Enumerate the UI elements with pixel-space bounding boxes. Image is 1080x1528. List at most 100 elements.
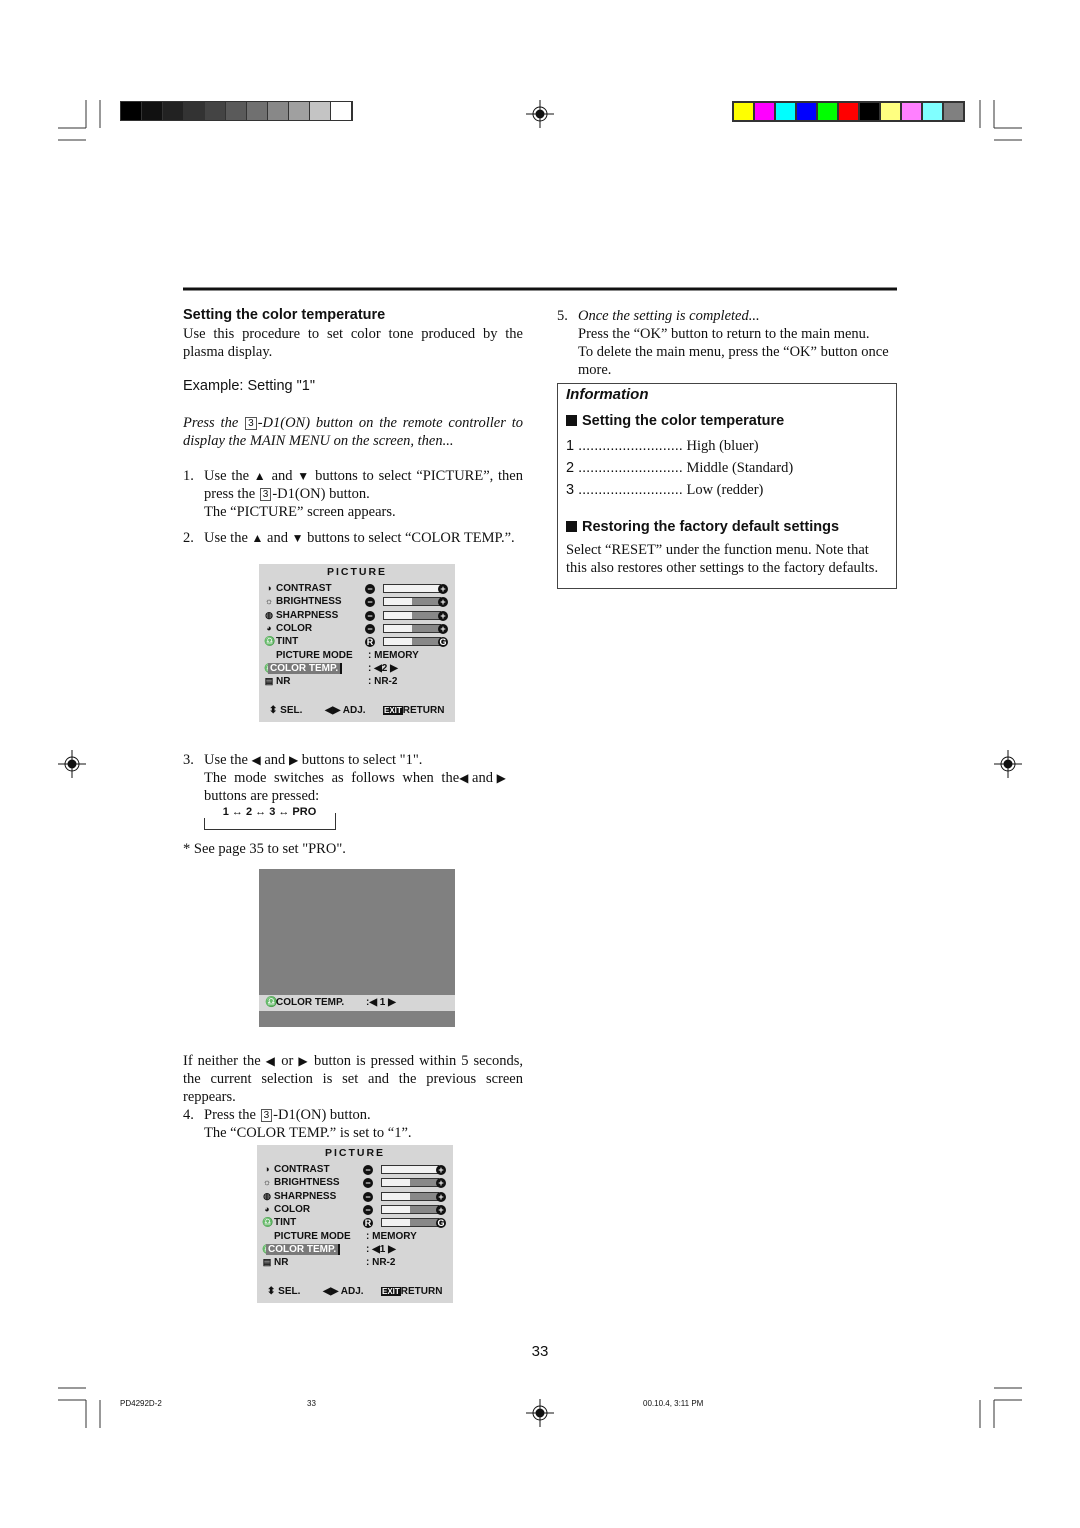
- info-section-heading: Setting the color temperature: [566, 413, 784, 429]
- square-bullet-icon: [566, 415, 577, 426]
- footer-timestamp: 00.10.4, 3:11 PM: [643, 1399, 704, 1408]
- minus-icon: −: [365, 584, 375, 594]
- setting-icon: ☼: [262, 1177, 272, 1188]
- osd-row-picture-mode: PICTURE MODE : MEMORY: [262, 1231, 452, 1244]
- setting-icon: ☼: [264, 596, 274, 607]
- osd-label: NR: [276, 676, 291, 688]
- plus-icon: +: [436, 1178, 446, 1189]
- pro-note: * See page 35 to set "PRO".: [183, 841, 346, 857]
- color-temp-label: COLOR TEMP.: [276, 997, 345, 1008]
- osd-label: BRIGHTNESS: [274, 1177, 340, 1189]
- level-slider[interactable]: [383, 584, 441, 593]
- osd-row-tint: ♎ TINT R G: [262, 1217, 452, 1230]
- example-text: Example: Setting "1": [183, 378, 316, 394]
- setting-icon: ◕: [264, 1203, 270, 1214]
- minus-icon: −: [365, 610, 375, 621]
- osd-row-brightness: ☼ BRIGHTNESS − +: [262, 1177, 452, 1190]
- return-hint: EXITRETURN: [383, 705, 444, 716]
- gray-swatch: [289, 102, 310, 120]
- screen-preview: ♎ COLOR TEMP. :◀ 1 ▶: [259, 869, 455, 1027]
- setting-icon: ◍: [263, 1190, 271, 1201]
- osd-value: : MEMORY: [366, 1230, 417, 1242]
- mode-cycle: 1 ↔ 2 ↔ 3 ↔ PRO: [204, 806, 335, 818]
- text: Low (redder): [686, 482, 764, 498]
- osd-label: COLOR: [274, 1203, 311, 1215]
- picture-menu-osd-result: PICTURE ◑ CONTRAST − + ☼ BRIGHTNESS − + ◍ SHARPNES…: [257, 1145, 453, 1303]
- key-3-icon: 3: [245, 417, 257, 430]
- slider-fill: [384, 585, 440, 592]
- square-bullet-icon: [566, 521, 577, 532]
- gray-swatch: [142, 102, 163, 120]
- step-3: 3. Use the ◀ and ▶ buttons to select "1"…: [183, 751, 523, 805]
- osd-row-color: ◕ COLOR − +: [264, 623, 454, 636]
- osd-label: SHARPNESS: [276, 609, 339, 621]
- plus-icon: +: [438, 623, 448, 634]
- text: Once the setting is completed...: [578, 308, 760, 324]
- right-arrow-icon: ▶: [288, 753, 299, 767]
- gray-swatch: [121, 102, 142, 120]
- osd-value: : ◀1 ▶: [366, 1243, 396, 1255]
- text: 2 ..........................: [566, 460, 683, 476]
- level-slider[interactable]: [383, 623, 441, 633]
- gray-swatch: [163, 102, 184, 120]
- osd-label: PICTURE MODE: [274, 1230, 351, 1242]
- exit-key-icon: EXIT: [381, 1287, 401, 1296]
- information-title: Information: [566, 386, 649, 403]
- step-number: 5.: [557, 308, 568, 324]
- step-number: 1.: [183, 468, 194, 484]
- info-section-heading: Restoring the factory default settings: [566, 519, 839, 535]
- color-temp-value: :◀ 1 ▶: [366, 997, 396, 1008]
- osd-row-color-temp: ♎COLOR TEMP.: ◀2 ▶: [264, 662, 454, 676]
- press-instruction: Press the 3 -D1(ON) button on the remote …: [183, 414, 523, 450]
- list-item: 1 .......................... High (bluer…: [566, 435, 793, 457]
- gray-swatch: [268, 102, 289, 120]
- osd-row-color: ◕ COLOR − +: [262, 1204, 452, 1217]
- setting-icon: ◍: [265, 609, 273, 620]
- level-slider[interactable]: [383, 597, 441, 607]
- level-slider[interactable]: [381, 1204, 439, 1214]
- sel-hint: ⬍ SEL.: [269, 705, 303, 716]
- osd-label: CONTRAST: [276, 583, 332, 594]
- plus-icon: +: [438, 597, 448, 608]
- color-swatch: [776, 103, 795, 120]
- step-number: 4.: [183, 1107, 194, 1123]
- section-heading: Setting the color temperature: [183, 307, 386, 323]
- text: Restoring the factory default settings: [582, 519, 840, 535]
- text: or: [281, 1053, 294, 1069]
- text: Use the: [204, 468, 250, 484]
- color-swatch: [839, 103, 858, 120]
- minus-icon: −: [363, 1191, 373, 1202]
- footer-page: 33: [307, 1399, 316, 1408]
- text: To delete the main menu, press the “OK” …: [578, 344, 889, 378]
- level-slider[interactable]: [381, 1218, 439, 1228]
- step-4: 4. Press the 3 -D1(ON) button. The “COLOR …: [183, 1106, 523, 1142]
- osd-label: BRIGHTNESS: [276, 596, 342, 608]
- text: 3 ..........................: [566, 482, 683, 498]
- minus-icon: R: [363, 1218, 373, 1229]
- slider-fill: [382, 1179, 410, 1187]
- text: High (bluer): [686, 438, 759, 454]
- text: Middle (Standard): [686, 460, 794, 476]
- adj-hint: ◀▶ ADJ.: [323, 1286, 364, 1297]
- return-label: RETURN: [400, 1286, 443, 1297]
- level-slider[interactable]: [383, 637, 441, 647]
- plus-icon: +: [436, 1191, 446, 1202]
- color-swatch: [734, 103, 753, 120]
- level-slider[interactable]: [381, 1178, 439, 1188]
- text: Press the: [204, 1107, 256, 1123]
- slider-fill: [384, 624, 412, 632]
- level-slider[interactable]: [381, 1165, 439, 1174]
- setting-icon: ♎: [262, 1217, 274, 1228]
- text: -D1(ON) button.: [272, 486, 370, 502]
- gray-swatch: [205, 102, 226, 120]
- level-slider[interactable]: [383, 610, 441, 620]
- minus-icon: −: [363, 1178, 373, 1189]
- osd-label: PICTURE MODE: [276, 649, 353, 661]
- text: 1 ..........................: [566, 438, 683, 454]
- setting-icon: ◕: [266, 622, 272, 633]
- slider-fill: [384, 638, 412, 646]
- setting-icon: ♎: [264, 636, 276, 647]
- level-slider[interactable]: [381, 1191, 439, 1201]
- page-number: 33: [531, 1343, 549, 1360]
- osd-row-nr: ▤ NR: NR-2: [264, 676, 454, 689]
